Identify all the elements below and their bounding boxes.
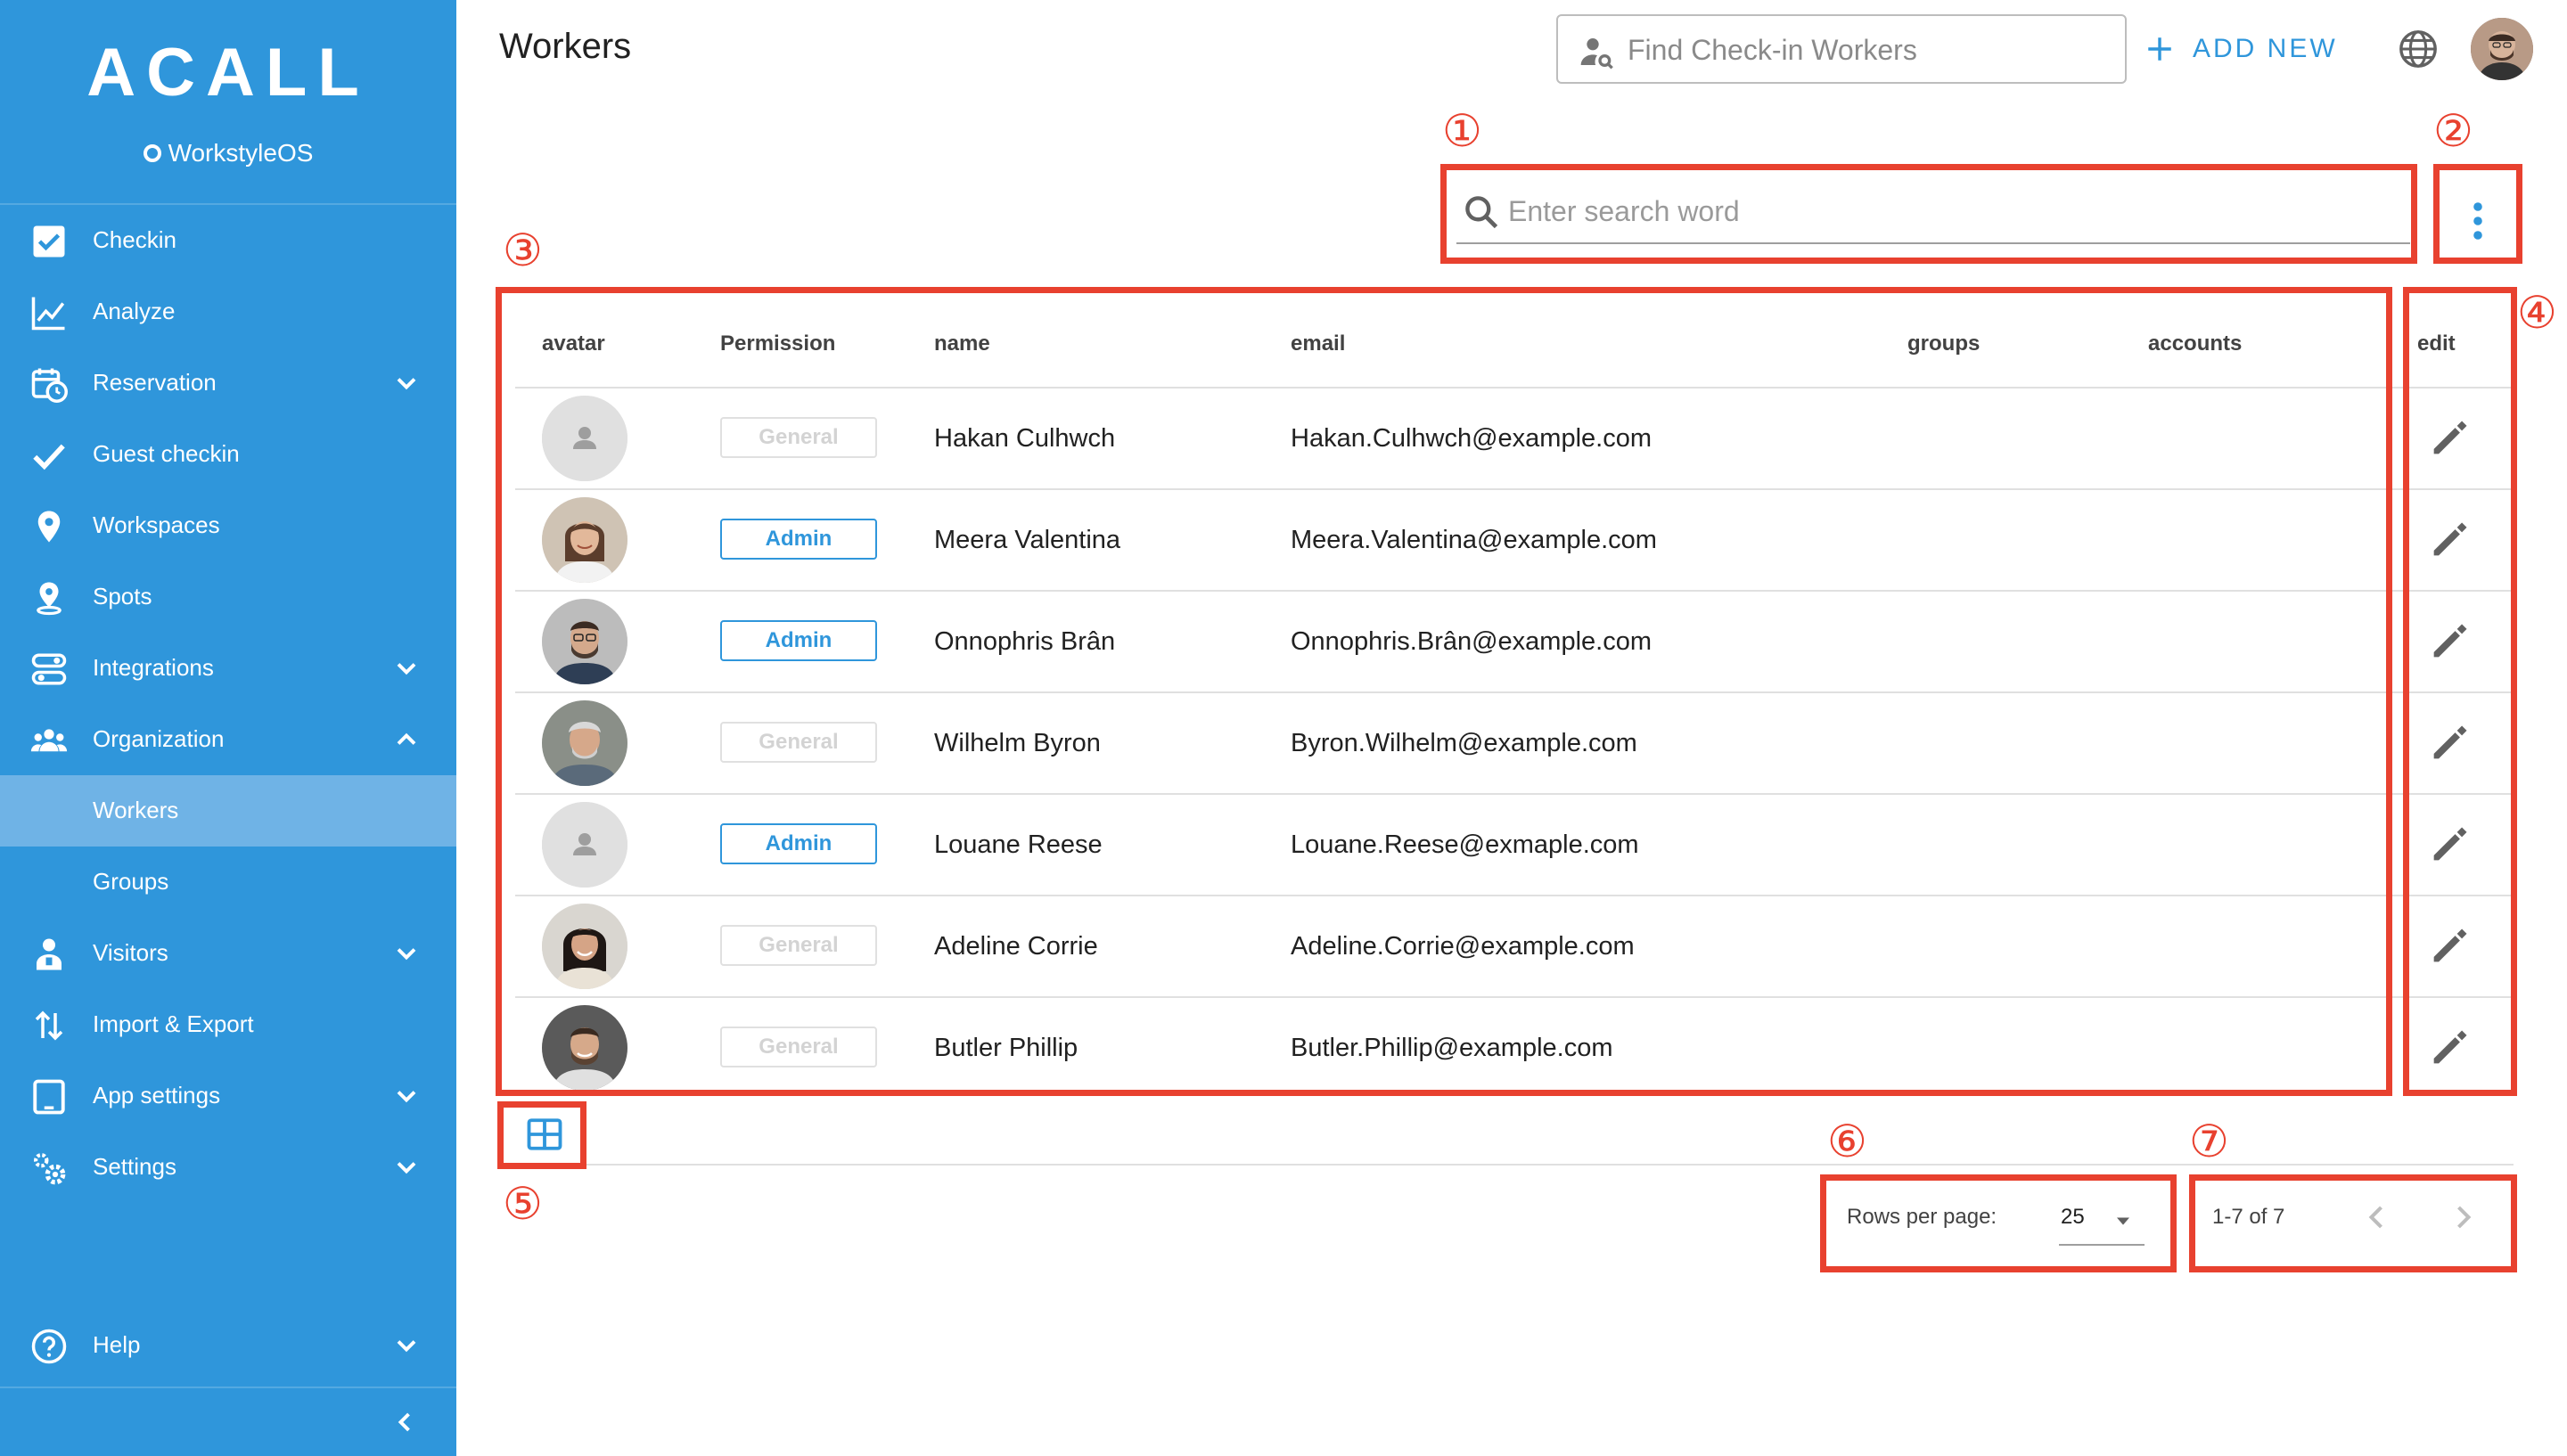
checkmark-icon (33, 444, 65, 470)
add-new-button[interactable]: ADD NEW (2145, 27, 2338, 71)
sidebar-item-label: Settings (93, 1153, 176, 1180)
annotation-box-5 (497, 1101, 586, 1169)
chevron-up-icon (397, 732, 416, 745)
sidebar-item-label: App settings (93, 1082, 221, 1108)
sidebar-item-workers[interactable]: Workers (0, 775, 456, 847)
annotation-box-1 (1440, 164, 2417, 264)
sidebar-item-label: Guest checkin (93, 440, 240, 467)
annotation-box-2 (2433, 164, 2522, 264)
annotation-box-4 (2403, 287, 2517, 1096)
sidebar-item-label: Workspaces (93, 511, 220, 538)
annotation-number-5: ⑤ (503, 1178, 543, 1230)
sidebar-item-visitors[interactable]: Visitors (0, 918, 456, 989)
sidebar-item-organization[interactable]: Organization (0, 704, 456, 775)
annotation-box-6 (1820, 1174, 2177, 1272)
acall-logo: ACALL (86, 35, 370, 110)
sidebar-item-reservation[interactable]: Reservation (0, 348, 456, 419)
find-checkin-workers-input[interactable] (1628, 30, 2109, 70)
user-avatar[interactable] (2471, 18, 2533, 80)
visitor-icon (37, 938, 62, 970)
sidebar-item-label: Spots (93, 583, 152, 609)
workstyleos-logo: WorkstyleOS (0, 139, 456, 168)
sidebar-item-label: Organization (93, 725, 225, 752)
chevron-down-icon (397, 378, 416, 390)
line-chart-icon (31, 297, 65, 331)
sidebar-item-settings[interactable]: Settings (0, 1132, 456, 1203)
annotation-number-6: ⑥ (1827, 1116, 1867, 1167)
sidebar-item-label: Visitors (93, 939, 168, 966)
sidebar-item-workspaces[interactable]: Workspaces (0, 490, 456, 561)
user-avatar-photo (2471, 18, 2533, 80)
gears-icon (34, 1153, 66, 1185)
sidebar-item-import-export[interactable]: Import & Export (0, 989, 456, 1060)
location-pin-icon (37, 582, 62, 616)
sidebar-item-app-settings[interactable]: App settings (0, 1060, 456, 1132)
globe-icon[interactable] (2398, 29, 2439, 70)
sidebar-item-label: Analyze (93, 298, 176, 324)
annotation-box-7 (2189, 1174, 2517, 1272)
sidebar-item-integrations[interactable]: Integrations (0, 633, 456, 704)
ring-icon (143, 144, 161, 162)
tablet-icon (33, 1079, 65, 1115)
plus-icon (2148, 37, 2171, 61)
map-pin-icon (37, 511, 61, 543)
chevron-down-icon (397, 1162, 416, 1174)
find-checkin-workers-search[interactable] (1556, 14, 2127, 84)
sidebar-item-groups[interactable]: Groups (0, 847, 456, 918)
person-search-icon (1580, 38, 1613, 70)
integrations-icon (31, 653, 67, 685)
sidebar: ACALL WorkstyleOS Checkin Analyze Reserv… (0, 0, 456, 1456)
sidebar-item-label: Help (93, 1331, 141, 1358)
people-icon (30, 729, 68, 752)
sidebar-collapse-bar (0, 1386, 456, 1456)
sidebar-item-label: Workers (93, 797, 179, 823)
chevron-down-icon (397, 1091, 416, 1103)
sidebar-item-label: Groups (93, 868, 169, 895)
annotation-number-7: ⑦ (2189, 1116, 2229, 1167)
sidebar-item-label: Checkin (93, 226, 176, 253)
sidebar-item-label: Reservation (93, 369, 217, 396)
chevron-down-icon (397, 1340, 416, 1353)
annotation-number-2: ② (2433, 105, 2473, 157)
help-icon (31, 1329, 67, 1364)
brand: ACALL WorkstyleOS (0, 0, 456, 205)
sidebar-item-guest-checkin[interactable]: Guest checkin (0, 419, 456, 490)
sidebar-item-checkin[interactable]: Checkin (0, 205, 456, 276)
sidebar-item-help[interactable]: Help (0, 1310, 456, 1381)
annotation-number-1: ① (1442, 105, 1482, 157)
checkbox-icon (33, 225, 65, 258)
sidebar-item-spots[interactable]: Spots (0, 561, 456, 633)
import-export-icon (35, 1010, 63, 1041)
annotation-box-3 (496, 287, 2392, 1096)
annotation-number-3: ③ (503, 225, 543, 276)
calendar-clock-icon (31, 368, 68, 403)
chevron-left-icon[interactable] (389, 1406, 421, 1438)
chevron-down-icon (397, 948, 416, 961)
sidebar-item-label: Import & Export (93, 1010, 254, 1037)
sidebar-item-label: Integrations (93, 654, 214, 681)
add-new-label: ADD NEW (2193, 34, 2338, 63)
page-title: Workers (499, 27, 632, 66)
sidebar-item-analyze[interactable]: Analyze (0, 276, 456, 348)
annotation-number-4: ④ (2517, 287, 2557, 339)
chevron-down-icon (397, 663, 416, 675)
